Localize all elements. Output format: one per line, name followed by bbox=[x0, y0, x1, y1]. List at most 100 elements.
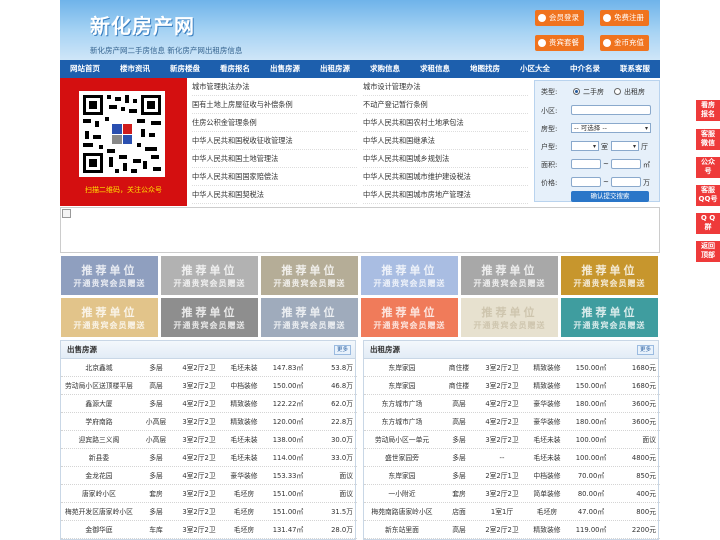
listing-row[interactable]: 唐家岭小区 套房 3室2厅2卫 毛坯房 151.00㎡ 面议 bbox=[61, 485, 357, 503]
recommend-slot[interactable]: 推荐单位 开通贵宾会员赠送 bbox=[61, 298, 158, 337]
recommend-slot[interactable]: 推荐单位 开通贵宾会员赠送 bbox=[161, 256, 258, 295]
listing-row[interactable]: 北京鑫城 多层 4室2厅2卫 毛坯未装 147.83㎡ 53.8万 bbox=[61, 359, 357, 377]
listing-row[interactable]: 学府南路 小高层 3室2厅2卫 精致装修 120.00㎡ 22.8万 bbox=[61, 413, 357, 431]
nav-news[interactable]: 楼市资讯 bbox=[110, 60, 160, 78]
recommend-slot[interactable]: 推荐单位 开通贵宾会员赠送 bbox=[461, 298, 558, 337]
listing-name[interactable]: 东岸家园 bbox=[366, 359, 438, 377]
policy-link[interactable]: 中华人民共和国契税法 bbox=[192, 186, 357, 204]
banner-image[interactable] bbox=[60, 207, 660, 253]
listing-row[interactable]: 新县委 多层 4室2厅2卫 毛坯未装 114.00㎡ 33.0万 bbox=[61, 449, 357, 467]
listing-row[interactable]: 东方城市广场 高层 4室2厅2卫 豪华装修 180.00㎡ 3600元 bbox=[364, 395, 660, 413]
listing-row[interactable]: 劳动局小区送顶楼平层 高层 3室2厅2卫 中档装修 150.00㎡ 46.8万 bbox=[61, 377, 357, 395]
listing-name[interactable]: 金龙花园 bbox=[63, 467, 135, 485]
recommend-slot[interactable]: 推荐单位 开通贵宾会员赠送 bbox=[61, 256, 158, 295]
nav-rent[interactable]: 出租房源 bbox=[310, 60, 360, 78]
recommend-slot[interactable]: 推荐单位 开通贵宾会员赠送 bbox=[561, 298, 658, 337]
side-back-to-top-button[interactable]: 返回 顶部 bbox=[696, 241, 720, 262]
listing-row[interactable]: 迎宾路三义阁 小高层 3室2厅2卫 毛坯未装 138.00㎡ 30.0万 bbox=[61, 431, 357, 449]
side-qq-group-button[interactable]: Q Q群 bbox=[696, 213, 720, 234]
nav-sale[interactable]: 出售房源 bbox=[260, 60, 310, 78]
nav-wanted-rent[interactable]: 求租信息 bbox=[410, 60, 460, 78]
listing-name[interactable]: 梅苑南路唐家岭小区 bbox=[366, 503, 438, 521]
policy-link[interactable]: 中华人民共和国税收征收管理法 bbox=[192, 132, 357, 150]
listing-name[interactable]: 一小附近 bbox=[366, 485, 438, 503]
recommend-slot[interactable]: 推荐单位 开通贵宾会员赠送 bbox=[361, 256, 458, 295]
area-max-input[interactable] bbox=[611, 159, 641, 169]
policy-link[interactable]: 中华人民共和国土地管理法 bbox=[192, 150, 357, 168]
recommend-slot[interactable]: 推荐单位 开通贵宾会员赠送 bbox=[161, 298, 258, 337]
price-max-input[interactable] bbox=[611, 177, 641, 187]
side-qq-service-button[interactable]: 客服 QQ号 bbox=[696, 185, 720, 206]
nav-wanted-buy[interactable]: 求购信息 bbox=[360, 60, 410, 78]
listing-name[interactable]: 北京鑫城 bbox=[63, 359, 135, 377]
listing-row[interactable]: 东方城市广场 高层 4室2厅2卫 豪华装修 180.00㎡ 3600元 bbox=[364, 413, 660, 431]
listing-name[interactable]: 迎宾路三义阁 bbox=[63, 431, 135, 449]
listing-name[interactable]: 唐家岭小区 bbox=[63, 485, 135, 503]
side-viewing-signup-button[interactable]: 看房 报名 bbox=[696, 100, 720, 121]
listing-name[interactable]: 东岸家园 bbox=[366, 467, 438, 485]
listing-row[interactable]: 新东站里面 高层 2室2厅2卫 精致装修 119.00㎡ 2200元 bbox=[364, 521, 660, 539]
sale-more-button[interactable]: 更多 bbox=[333, 345, 351, 355]
recommend-slot[interactable]: 推荐单位 开通贵宾会员赠送 bbox=[561, 256, 658, 295]
recommend-slot[interactable]: 推荐单位 开通贵宾会员赠送 bbox=[461, 256, 558, 295]
listing-row[interactable]: 劳动局小区一单元 多层 3室2厅2卫 毛坯未装 100.00㎡ 面议 bbox=[364, 431, 660, 449]
room-type-select[interactable]: -- 可选择 -- bbox=[571, 123, 651, 133]
listing-name[interactable]: 新县委 bbox=[63, 449, 135, 467]
listing-row[interactable]: 东岸家园 商住楼 3室2厅2卫 精致装修 150.00㎡ 1680元 bbox=[364, 359, 660, 377]
type-radio-secondhand[interactable] bbox=[573, 88, 580, 95]
recommend-slot[interactable]: 推荐单位 开通贵宾会员赠送 bbox=[261, 298, 358, 337]
policy-link[interactable]: 中华人民共和国农村土地承包法 bbox=[363, 114, 528, 132]
listing-name[interactable]: 金御华庭 bbox=[63, 521, 135, 539]
login-button[interactable]: 会员登录 bbox=[535, 10, 584, 26]
policy-link[interactable]: 中华人民共和国城市房地产管理法 bbox=[363, 186, 528, 204]
listing-name[interactable]: 梅苑开发区唐家岭小区 bbox=[63, 503, 135, 521]
listing-row[interactable]: 鑫源大厦 多层 4室2厅2卫 精致装修 122.22㎡ 62.0万 bbox=[61, 395, 357, 413]
price-min-input[interactable] bbox=[571, 177, 601, 187]
listing-name[interactable]: 劳动局小区送顶楼平层 bbox=[63, 377, 135, 395]
type-radio-rent[interactable] bbox=[614, 88, 621, 95]
nav-new-homes[interactable]: 新房楼盘 bbox=[160, 60, 210, 78]
nav-communities[interactable]: 小区大全 bbox=[510, 60, 560, 78]
listing-row[interactable]: 盛世家园旁 多层 -- 毛坯未装 100.00㎡ 4800元 bbox=[364, 449, 660, 467]
listing-name[interactable]: 新东站里面 bbox=[366, 521, 438, 539]
register-button[interactable]: 免费注册 bbox=[600, 10, 649, 26]
nav-map[interactable]: 地图找房 bbox=[460, 60, 510, 78]
listing-row[interactable]: 梅苑开发区唐家岭小区 多层 3室2厅2卫 毛坯房 151.00㎡ 31.5万 bbox=[61, 503, 357, 521]
recommend-slot[interactable]: 推荐单位 开通贵宾会员赠送 bbox=[361, 298, 458, 337]
listing-name[interactable]: 鑫源大厦 bbox=[63, 395, 135, 413]
search-submit-button[interactable]: 确认提交搜索 bbox=[571, 191, 649, 202]
listing-name[interactable]: 东方城市广场 bbox=[366, 413, 438, 431]
nav-support[interactable]: 联系客服 bbox=[610, 60, 660, 78]
recommend-slot[interactable]: 推荐单位 开通贵宾会员赠送 bbox=[261, 256, 358, 295]
listing-row[interactable]: 东岸家园 商住楼 3室2厅2卫 精致装修 150.00㎡ 1680元 bbox=[364, 377, 660, 395]
policy-link[interactable]: 中华人民共和国城市维护建设税法 bbox=[363, 168, 528, 186]
nav-viewing-signup[interactable]: 看房报名 bbox=[210, 60, 260, 78]
policy-link[interactable]: 住房公积金管理条例 bbox=[192, 114, 357, 132]
area-min-input[interactable] bbox=[571, 159, 601, 169]
recharge-button[interactable]: 金币充值 bbox=[600, 35, 649, 51]
policy-link[interactable]: 城市管理执法办法 bbox=[192, 78, 357, 96]
listing-row[interactable]: 一小附近 套房 3室2厅2卫 简单装修 80.00㎡ 400元 bbox=[364, 485, 660, 503]
listing-name[interactable]: 劳动局小区一单元 bbox=[366, 431, 438, 449]
listing-name[interactable]: 东方城市广场 bbox=[366, 395, 438, 413]
listing-row[interactable]: 金龙花园 多层 4室2厅2卫 豪华装修 153.33㎡ 面议 bbox=[61, 467, 357, 485]
listing-row[interactable]: 金御华庭 车库 3室2厅2卫 毛坯房 131.47㎡ 28.0万 bbox=[61, 521, 357, 539]
side-official-account-button[interactable]: 公众号 bbox=[696, 157, 720, 178]
listing-row[interactable]: 梅苑南路唐家岭小区 店面 1室1厅 毛坯房 47.00㎡ 800元 bbox=[364, 503, 660, 521]
policy-link[interactable]: 不动产登记暂行条例 bbox=[363, 96, 528, 114]
community-input[interactable] bbox=[571, 105, 651, 115]
policy-link[interactable]: 中华人民共和国城乡规划法 bbox=[363, 150, 528, 168]
listing-name[interactable]: 东岸家园 bbox=[366, 377, 438, 395]
policy-link[interactable]: 中华人民共和国国家赔偿法 bbox=[192, 168, 357, 186]
side-wechat-service-button[interactable]: 客服 微信 bbox=[696, 129, 720, 150]
vip-package-button[interactable]: 贵宾套餐 bbox=[535, 35, 584, 51]
policy-link[interactable]: 城市设计管理办法 bbox=[363, 78, 528, 96]
policy-link[interactable]: 中华人民共和国继承法 bbox=[363, 132, 528, 150]
policy-link[interactable]: 国有土地上房屋征收与补偿条例 bbox=[192, 96, 357, 114]
listing-name[interactable]: 学府南路 bbox=[63, 413, 135, 431]
nav-agents[interactable]: 中介名录 bbox=[560, 60, 610, 78]
livingroom-select[interactable] bbox=[611, 141, 639, 151]
bedroom-select[interactable] bbox=[571, 141, 599, 151]
nav-home[interactable]: 网站首页 bbox=[60, 60, 110, 78]
listing-name[interactable]: 盛世家园旁 bbox=[366, 449, 438, 467]
